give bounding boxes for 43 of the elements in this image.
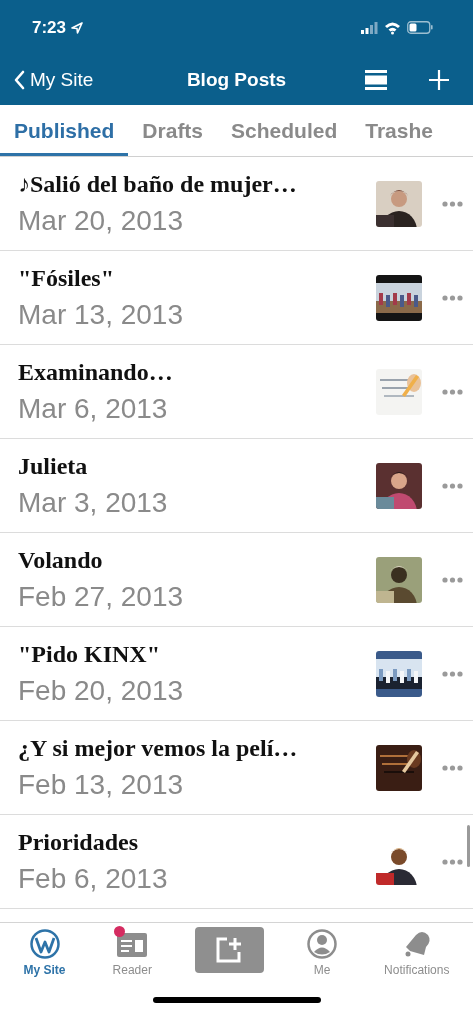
write-button[interactable] <box>195 927 264 973</box>
post-date: Mar 6, 2013 <box>18 391 169 426</box>
signal-icon <box>361 21 378 34</box>
tab-bar-item[interactable]: Me <box>303 927 342 979</box>
more-icon[interactable] <box>442 388 463 395</box>
post-date: Mar 3, 2013 <box>18 485 169 520</box>
layout-icon[interactable] <box>365 70 387 90</box>
chevron-icon <box>14 70 25 90</box>
more-icon[interactable] <box>442 294 463 301</box>
post-title[interactable]: Julieta <box>18 450 376 481</box>
more-icon[interactable] <box>442 482 463 489</box>
post-title[interactable]: "Pido KINX" <box>18 638 376 669</box>
more-icon[interactable] <box>442 764 463 771</box>
more-icon[interactable] <box>442 200 463 207</box>
post-title[interactable]: ¿Y si mejor vemos la pelí… <box>18 732 376 763</box>
post-title[interactable]: "Fósiles" <box>18 262 376 293</box>
post-title[interactable]: ♪Salió del baño de mujer… <box>18 168 376 199</box>
post-date: Feb 27, 2013 <box>18 579 185 614</box>
more-icon[interactable] <box>442 858 463 865</box>
location-arrow-icon <box>71 21 84 34</box>
more-icon[interactable] <box>442 670 463 677</box>
post-date: Feb 6, 2013 <box>18 861 169 896</box>
screen-title: Blog Posts <box>186 69 287 91</box>
scroll-indicator <box>467 825 470 867</box>
wifi-icon <box>384 20 401 35</box>
post-title[interactable]: Examinando… <box>18 356 376 387</box>
logo-icon <box>29 929 60 959</box>
person-icon <box>307 929 338 959</box>
post-title[interactable]: Volando <box>18 544 376 575</box>
new-post-icon <box>215 936 244 964</box>
more-icon[interactable] <box>442 576 463 583</box>
add-icon[interactable] <box>429 70 449 90</box>
tab[interactable]: Published <box>0 105 129 156</box>
post-date: Mar 20, 2013 <box>18 203 184 238</box>
tab-bar-item[interactable]: My Site <box>19 927 70 979</box>
post-date: Mar 13, 2013 <box>18 297 184 332</box>
back-button[interactable]: My Site <box>14 69 94 91</box>
post-date: Feb 13, 2013 <box>18 767 185 802</box>
tab-bar-item[interactable]: Notifications <box>380 927 454 979</box>
battery-icon <box>407 21 433 34</box>
post-title[interactable]: Prioridades <box>18 826 376 857</box>
clock-time: 7:23 <box>32 17 67 38</box>
post-date: Feb 20, 2013 <box>18 673 185 708</box>
